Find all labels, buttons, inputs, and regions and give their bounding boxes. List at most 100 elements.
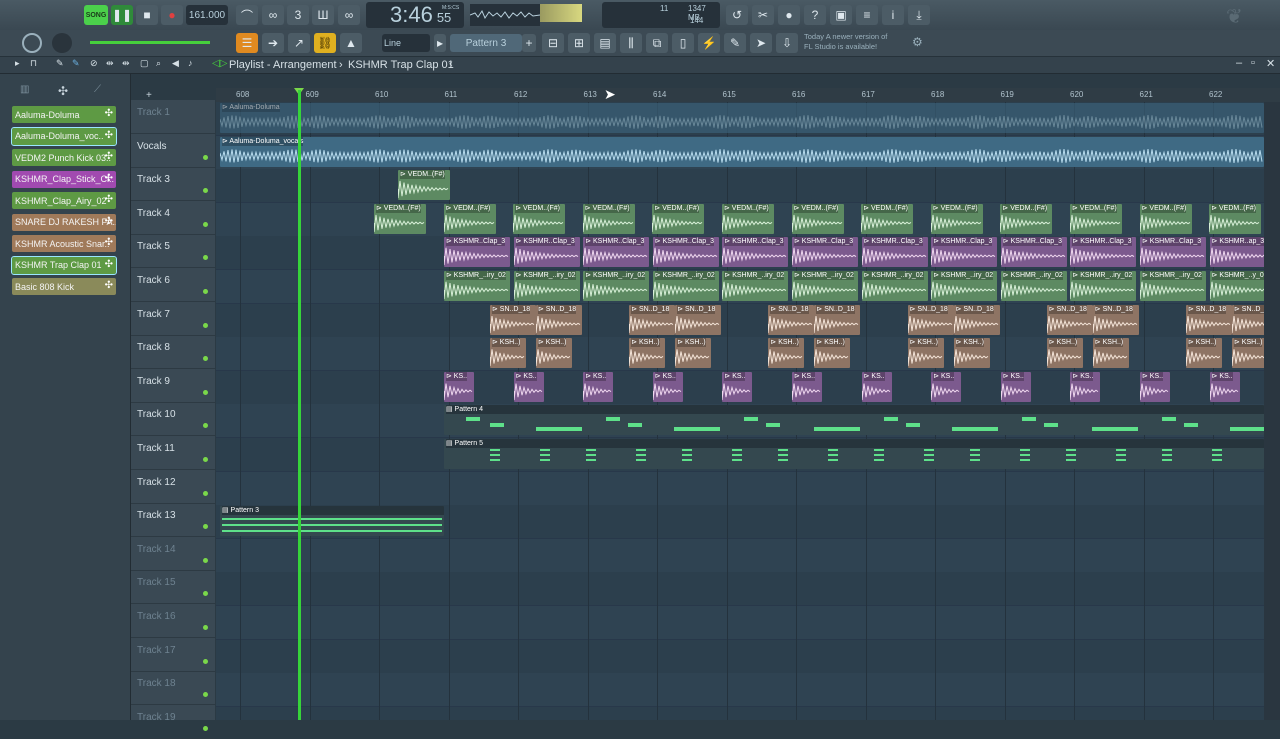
link-icon[interactable]: ⛓ <box>314 33 336 53</box>
playlist-row[interactable] <box>216 706 1264 720</box>
playlist-clip[interactable]: ⊳ VEDM..(F#) <box>398 170 450 201</box>
track-header[interactable]: Track 3 <box>131 167 215 202</box>
record-icon[interactable]: ● <box>161 5 183 25</box>
playlist-clip[interactable]: ⊳ KS.. <box>1070 371 1101 402</box>
playlist-clip[interactable]: ⊳ VEDM..(F#) <box>791 203 844 234</box>
track-header[interactable]: Track 15 <box>131 570 215 605</box>
pattern-clip[interactable]: ▤ Pattern 5 <box>444 439 1264 469</box>
playback-tool-icon[interactable]: ◀ <box>172 58 179 69</box>
track-header[interactable]: Track 18 <box>131 671 215 706</box>
playlist-clip[interactable]: ⊳ VEDM..(F#) <box>1070 203 1122 234</box>
move-arrows-icon[interactable]: ✣ <box>105 108 113 119</box>
playlist-clip[interactable]: ⊳ SN..D_18 <box>1232 304 1264 335</box>
zoom-tool-icon[interactable]: ⌕ <box>156 58 161 69</box>
playlist-clip[interactable]: ⊳ VEDM..(F#) <box>1000 203 1053 234</box>
mixer-icon[interactable]: ≡ <box>856 5 878 25</box>
playlist-clip[interactable]: ⊳ KSHMR..Clap_3 <box>1000 237 1067 268</box>
cut-icon[interactable]: ✂ <box>752 5 774 25</box>
speaker-icon[interactable]: ♪ <box>188 58 193 68</box>
playlist-clip[interactable]: ⊳ KSHMR_..iry_02 <box>931 271 998 301</box>
playlist-clip[interactable]: ⊳ KSHMR_..iry_02 <box>792 271 858 301</box>
paint-tool-icon[interactable]: ✎ <box>72 58 80 69</box>
pattern-selector[interactable]: Pattern 3 <box>450 34 522 52</box>
stamp-icon[interactable]: ▲ <box>340 33 362 53</box>
track-enable-led[interactable] <box>203 490 208 496</box>
playlist-clip[interactable]: ⊳ KSH..) <box>907 338 944 369</box>
track-header[interactable]: Track 9 <box>131 369 215 403</box>
track-header[interactable]: Track 19 <box>131 705 215 739</box>
track-header[interactable]: Track 7 <box>131 302 215 336</box>
channel-item[interactable]: KSHMR Trap Clap 01 ✣ <box>11 255 117 275</box>
channel-item[interactable]: Aaluma-Doluma ✣ <box>12 106 116 123</box>
minimize-icon[interactable]: – <box>1236 57 1242 69</box>
playlist-row[interactable] <box>216 471 1264 506</box>
playlist-clip[interactable]: ⊳ KS.. <box>931 371 962 402</box>
move-arrows-icon[interactable]: ✣ <box>105 151 113 162</box>
playlist-clip[interactable]: ⊳ KSH..) <box>536 338 572 369</box>
metronome-icon[interactable]: ⌒ <box>236 5 258 25</box>
playlist-clip[interactable]: ⊳ KSHMR..ap_3 <box>1209 237 1264 268</box>
mute-tool-icon[interactable]: ⇹ <box>106 58 114 69</box>
track-header[interactable]: Track 11 <box>131 436 215 470</box>
playlist-clip[interactable]: ⊳ SN..D_18 <box>814 304 861 335</box>
playlist-clip[interactable]: ⊳ KS.. <box>1000 371 1031 402</box>
channel-item[interactable]: KSHMR_Clap_Airy_02 ✣ <box>12 192 116 209</box>
playlist-clip[interactable]: ⊳ KSHMR..Clap_3 <box>513 237 580 268</box>
playlist-clip[interactable]: ⊳ KSH..) <box>675 338 712 369</box>
playlist-clip[interactable]: ⊳ SN..D_18 <box>907 304 954 335</box>
playlist-clip[interactable]: ⊳ VEDM..(F#) <box>513 203 566 234</box>
maximize-icon[interactable]: ▫ <box>1251 57 1255 69</box>
play-pattern-icon[interactable]: ▸ <box>434 34 446 52</box>
draw-tool-icon[interactable]: ✎ <box>56 58 64 69</box>
slide-icon[interactable]: ↗ <box>288 33 310 53</box>
playlist-clip[interactable]: ⊳ VEDM..(F#) <box>722 203 774 234</box>
playlist-clip[interactable]: ⊳ SN..D_18 <box>1092 304 1139 335</box>
playlist-clip[interactable]: ⊳ VEDM..(F#) <box>374 203 426 234</box>
track-enable-led[interactable] <box>203 289 208 294</box>
magnet-icon[interactable]: ⊓ <box>30 58 37 69</box>
playlist-clip[interactable]: ⊳ KS.. <box>652 371 683 402</box>
playlist-clip[interactable]: ⊳ VEDM..(F#) <box>1139 203 1192 234</box>
browser-icon[interactable]: ▤ <box>594 33 616 53</box>
track-header[interactable]: Track 14 <box>131 537 215 571</box>
playlist-clip[interactable]: ⊳ KSH..) <box>1232 338 1264 369</box>
track-enable-led[interactable] <box>203 457 208 462</box>
playlist-clip[interactable]: ⊳ SN..D_18 <box>629 304 676 335</box>
playlist-clip[interactable]: ⊳ KSHMR_..iry_02 <box>444 271 510 301</box>
save-icon[interactable]: ▣ <box>830 5 852 25</box>
playlist-clip[interactable]: ⊳ KSHMR_..iry_02 <box>861 271 928 301</box>
move-arrows-icon[interactable]: ✣ <box>105 237 113 248</box>
pattern-clip[interactable]: ▤ Pattern 3 <box>220 506 444 537</box>
playlist-clip[interactable]: ⊳ VEDM..(F#) <box>582 203 635 234</box>
master-pitch-knob[interactable] <box>52 33 72 53</box>
slip-tool-icon[interactable]: ⇹ <box>122 58 130 69</box>
track-enable-led[interactable] <box>203 692 208 698</box>
track-header[interactable]: Track 17 <box>131 638 215 672</box>
playlist-clip[interactable]: ⊳ KSHMR_..iry_02 <box>722 271 789 301</box>
undo-icon[interactable]: ↺ <box>726 5 748 25</box>
playlist-clip[interactable]: ⊳ KSHMR_..iry_02 <box>583 271 650 301</box>
playhead[interactable] <box>298 90 301 720</box>
move-arrows-icon[interactable]: ✣ <box>105 280 113 291</box>
playlist-clip[interactable]: ⊳ KSHMR..Clap_3 <box>792 237 858 268</box>
vertical-scrollbar[interactable] <box>1264 102 1280 720</box>
picker-move-icon[interactable]: ✣ <box>58 84 68 98</box>
info-icon[interactable]: i <box>882 5 904 25</box>
track-header[interactable]: Track 16 <box>131 604 215 638</box>
microphone-icon[interactable]: ● <box>778 5 800 25</box>
pattern-clip[interactable]: ▤ Pattern 4 <box>444 405 1264 436</box>
track-header[interactable]: Track 10 <box>131 402 215 437</box>
playlist-clip[interactable]: ⊳ KSH..) <box>814 338 851 369</box>
playlist-clip[interactable]: ⊳ KS.. <box>1140 371 1170 402</box>
track-header[interactable]: Vocals <box>131 134 215 168</box>
channel-item[interactable]: KSHMR Acoustic Snar.. ✣ <box>12 235 116 252</box>
playlist-clip[interactable]: ⊳ KSHMR_..iry_02 <box>1140 271 1206 301</box>
playlist-row[interactable] <box>216 538 1264 573</box>
track-header[interactable]: Track 8 <box>131 335 215 370</box>
track-enable-led[interactable] <box>203 725 208 731</box>
playlist-clip[interactable]: ⊳ KS.. <box>444 371 474 402</box>
playlist-clip[interactable]: ⊳ VEDM..(F#) <box>861 203 914 234</box>
playlist-clip[interactable]: ⊳ VEDM..(F#) <box>443 203 496 234</box>
channel-item[interactable]: SNARE DJ RAKESH FA.. ✣ <box>12 213 116 231</box>
playlist-clip[interactable]: ⊳ VEDM..(F#) <box>930 203 983 234</box>
